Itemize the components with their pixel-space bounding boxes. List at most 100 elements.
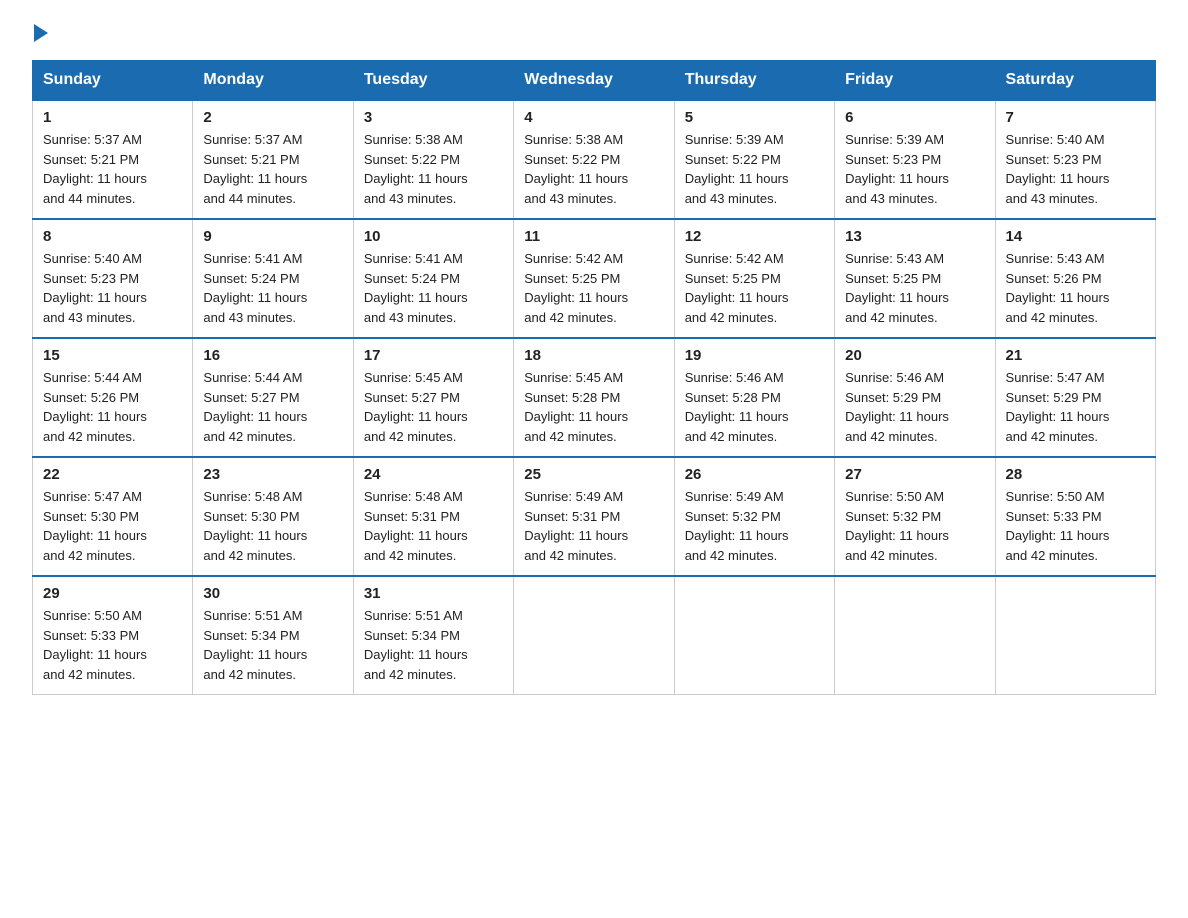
day-info: Sunrise: 5:51 AMSunset: 5:34 PMDaylight:… [364, 608, 468, 682]
day-info: Sunrise: 5:44 AMSunset: 5:27 PMDaylight:… [203, 370, 307, 444]
week-row-4: 22 Sunrise: 5:47 AMSunset: 5:30 PMDaylig… [33, 457, 1156, 576]
day-number: 16 [203, 347, 342, 364]
day-number: 25 [524, 466, 663, 483]
day-info: Sunrise: 5:42 AMSunset: 5:25 PMDaylight:… [685, 251, 789, 325]
day-info: Sunrise: 5:43 AMSunset: 5:26 PMDaylight:… [1006, 251, 1110, 325]
day-info: Sunrise: 5:40 AMSunset: 5:23 PMDaylight:… [1006, 132, 1110, 206]
logo [32, 24, 50, 42]
day-number: 29 [43, 585, 182, 602]
day-number: 12 [685, 228, 824, 245]
day-info: Sunrise: 5:50 AMSunset: 5:33 PMDaylight:… [1006, 489, 1110, 563]
calendar-cell: 3 Sunrise: 5:38 AMSunset: 5:22 PMDayligh… [353, 100, 513, 219]
day-header-saturday: Saturday [995, 61, 1155, 101]
day-number: 10 [364, 228, 503, 245]
calendar-cell: 2 Sunrise: 5:37 AMSunset: 5:21 PMDayligh… [193, 100, 353, 219]
day-info: Sunrise: 5:41 AMSunset: 5:24 PMDaylight:… [364, 251, 468, 325]
page-header [32, 24, 1156, 42]
calendar-header: SundayMondayTuesdayWednesdayThursdayFrid… [33, 61, 1156, 101]
day-number: 4 [524, 109, 663, 126]
day-info: Sunrise: 5:37 AMSunset: 5:21 PMDaylight:… [43, 132, 147, 206]
day-number: 26 [685, 466, 824, 483]
day-info: Sunrise: 5:38 AMSunset: 5:22 PMDaylight:… [524, 132, 628, 206]
day-info: Sunrise: 5:51 AMSunset: 5:34 PMDaylight:… [203, 608, 307, 682]
day-number: 18 [524, 347, 663, 364]
calendar-cell: 26 Sunrise: 5:49 AMSunset: 5:32 PMDaylig… [674, 457, 834, 576]
day-number: 13 [845, 228, 984, 245]
day-info: Sunrise: 5:48 AMSunset: 5:30 PMDaylight:… [203, 489, 307, 563]
day-number: 21 [1006, 347, 1145, 364]
calendar-cell: 23 Sunrise: 5:48 AMSunset: 5:30 PMDaylig… [193, 457, 353, 576]
day-number: 7 [1006, 109, 1145, 126]
calendar-cell: 19 Sunrise: 5:46 AMSunset: 5:28 PMDaylig… [674, 338, 834, 457]
calendar-cell: 22 Sunrise: 5:47 AMSunset: 5:30 PMDaylig… [33, 457, 193, 576]
calendar-cell: 12 Sunrise: 5:42 AMSunset: 5:25 PMDaylig… [674, 219, 834, 338]
calendar-cell: 5 Sunrise: 5:39 AMSunset: 5:22 PMDayligh… [674, 100, 834, 219]
day-info: Sunrise: 5:37 AMSunset: 5:21 PMDaylight:… [203, 132, 307, 206]
calendar-cell: 30 Sunrise: 5:51 AMSunset: 5:34 PMDaylig… [193, 576, 353, 695]
calendar-cell: 11 Sunrise: 5:42 AMSunset: 5:25 PMDaylig… [514, 219, 674, 338]
day-number: 24 [364, 466, 503, 483]
calendar-body: 1 Sunrise: 5:37 AMSunset: 5:21 PMDayligh… [33, 100, 1156, 695]
day-number: 20 [845, 347, 984, 364]
calendar-cell: 17 Sunrise: 5:45 AMSunset: 5:27 PMDaylig… [353, 338, 513, 457]
calendar-cell: 28 Sunrise: 5:50 AMSunset: 5:33 PMDaylig… [995, 457, 1155, 576]
calendar-cell: 15 Sunrise: 5:44 AMSunset: 5:26 PMDaylig… [33, 338, 193, 457]
day-info: Sunrise: 5:38 AMSunset: 5:22 PMDaylight:… [364, 132, 468, 206]
calendar-cell: 7 Sunrise: 5:40 AMSunset: 5:23 PMDayligh… [995, 100, 1155, 219]
day-header-monday: Monday [193, 61, 353, 101]
calendar-cell: 27 Sunrise: 5:50 AMSunset: 5:32 PMDaylig… [835, 457, 995, 576]
week-row-1: 1 Sunrise: 5:37 AMSunset: 5:21 PMDayligh… [33, 100, 1156, 219]
day-header-tuesday: Tuesday [353, 61, 513, 101]
day-info: Sunrise: 5:50 AMSunset: 5:33 PMDaylight:… [43, 608, 147, 682]
calendar-cell [995, 576, 1155, 695]
day-number: 17 [364, 347, 503, 364]
calendar-cell: 10 Sunrise: 5:41 AMSunset: 5:24 PMDaylig… [353, 219, 513, 338]
day-number: 23 [203, 466, 342, 483]
calendar-cell: 24 Sunrise: 5:48 AMSunset: 5:31 PMDaylig… [353, 457, 513, 576]
calendar-cell: 29 Sunrise: 5:50 AMSunset: 5:33 PMDaylig… [33, 576, 193, 695]
day-info: Sunrise: 5:40 AMSunset: 5:23 PMDaylight:… [43, 251, 147, 325]
day-number: 6 [845, 109, 984, 126]
calendar-cell: 8 Sunrise: 5:40 AMSunset: 5:23 PMDayligh… [33, 219, 193, 338]
day-header-thursday: Thursday [674, 61, 834, 101]
calendar-cell: 25 Sunrise: 5:49 AMSunset: 5:31 PMDaylig… [514, 457, 674, 576]
days-of-week-row: SundayMondayTuesdayWednesdayThursdayFrid… [33, 61, 1156, 101]
day-info: Sunrise: 5:39 AMSunset: 5:22 PMDaylight:… [685, 132, 789, 206]
day-info: Sunrise: 5:39 AMSunset: 5:23 PMDaylight:… [845, 132, 949, 206]
calendar-cell: 4 Sunrise: 5:38 AMSunset: 5:22 PMDayligh… [514, 100, 674, 219]
day-info: Sunrise: 5:46 AMSunset: 5:28 PMDaylight:… [685, 370, 789, 444]
day-number: 15 [43, 347, 182, 364]
day-info: Sunrise: 5:47 AMSunset: 5:29 PMDaylight:… [1006, 370, 1110, 444]
day-number: 11 [524, 228, 663, 245]
day-header-friday: Friday [835, 61, 995, 101]
week-row-5: 29 Sunrise: 5:50 AMSunset: 5:33 PMDaylig… [33, 576, 1156, 695]
calendar-cell: 31 Sunrise: 5:51 AMSunset: 5:34 PMDaylig… [353, 576, 513, 695]
day-info: Sunrise: 5:48 AMSunset: 5:31 PMDaylight:… [364, 489, 468, 563]
calendar-cell: 13 Sunrise: 5:43 AMSunset: 5:25 PMDaylig… [835, 219, 995, 338]
calendar-cell: 18 Sunrise: 5:45 AMSunset: 5:28 PMDaylig… [514, 338, 674, 457]
calendar-table: SundayMondayTuesdayWednesdayThursdayFrid… [32, 60, 1156, 695]
day-number: 2 [203, 109, 342, 126]
day-info: Sunrise: 5:41 AMSunset: 5:24 PMDaylight:… [203, 251, 307, 325]
calendar-cell [514, 576, 674, 695]
day-number: 30 [203, 585, 342, 602]
calendar-cell: 21 Sunrise: 5:47 AMSunset: 5:29 PMDaylig… [995, 338, 1155, 457]
day-number: 19 [685, 347, 824, 364]
day-number: 22 [43, 466, 182, 483]
week-row-2: 8 Sunrise: 5:40 AMSunset: 5:23 PMDayligh… [33, 219, 1156, 338]
day-number: 8 [43, 228, 182, 245]
day-info: Sunrise: 5:44 AMSunset: 5:26 PMDaylight:… [43, 370, 147, 444]
day-info: Sunrise: 5:47 AMSunset: 5:30 PMDaylight:… [43, 489, 147, 563]
day-info: Sunrise: 5:46 AMSunset: 5:29 PMDaylight:… [845, 370, 949, 444]
day-info: Sunrise: 5:43 AMSunset: 5:25 PMDaylight:… [845, 251, 949, 325]
day-number: 28 [1006, 466, 1145, 483]
day-number: 27 [845, 466, 984, 483]
day-info: Sunrise: 5:45 AMSunset: 5:27 PMDaylight:… [364, 370, 468, 444]
calendar-cell: 9 Sunrise: 5:41 AMSunset: 5:24 PMDayligh… [193, 219, 353, 338]
day-info: Sunrise: 5:50 AMSunset: 5:32 PMDaylight:… [845, 489, 949, 563]
week-row-3: 15 Sunrise: 5:44 AMSunset: 5:26 PMDaylig… [33, 338, 1156, 457]
day-info: Sunrise: 5:49 AMSunset: 5:32 PMDaylight:… [685, 489, 789, 563]
logo-triangle-icon [34, 24, 48, 42]
calendar-cell: 1 Sunrise: 5:37 AMSunset: 5:21 PMDayligh… [33, 100, 193, 219]
day-info: Sunrise: 5:42 AMSunset: 5:25 PMDaylight:… [524, 251, 628, 325]
